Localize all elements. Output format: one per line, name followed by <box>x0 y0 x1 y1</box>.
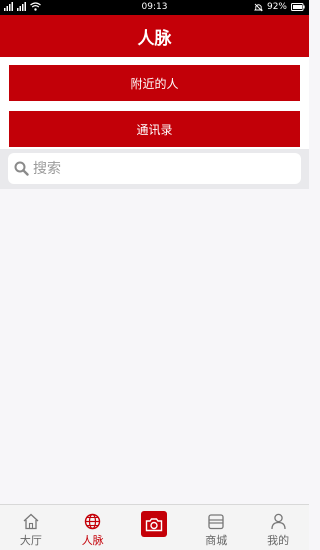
tab-label: 商城 <box>205 534 228 547</box>
nearby-people-button[interactable]: 附近的人 <box>9 65 300 101</box>
globe-icon <box>84 512 102 530</box>
tab-mine[interactable]: 我的 <box>247 505 309 550</box>
tab-camera[interactable] <box>124 505 186 550</box>
camera-icon <box>141 511 168 537</box>
tab-lobby[interactable]: 大厅 <box>0 505 62 550</box>
battery-icon <box>291 3 305 11</box>
tab-label: 大厅 <box>19 534 42 547</box>
home-icon <box>22 512 40 530</box>
search-box[interactable] <box>8 153 301 184</box>
status-right-icons: 92% <box>254 2 305 12</box>
page-title: 人脉 <box>137 28 172 49</box>
alarm-icon <box>254 3 263 11</box>
tab-store[interactable]: 商城 <box>185 505 247 550</box>
search-input[interactable] <box>33 154 293 183</box>
bottom-tab-bar: 大厅 人脉 商城 我的 <box>0 504 309 550</box>
tab-label: 人脉 <box>81 534 104 547</box>
store-icon <box>207 512 225 530</box>
tab-label: 我的 <box>267 534 290 547</box>
contacts-button[interactable]: 通讯录 <box>9 111 300 147</box>
status-bar: 09:13 92% <box>0 0 309 15</box>
search-icon <box>12 160 30 178</box>
page-header: 人脉 <box>0 15 309 57</box>
battery-percent: 92% <box>266 2 287 12</box>
tab-network[interactable]: 人脉 <box>62 505 124 550</box>
user-icon <box>269 512 287 530</box>
content-area <box>0 189 309 504</box>
